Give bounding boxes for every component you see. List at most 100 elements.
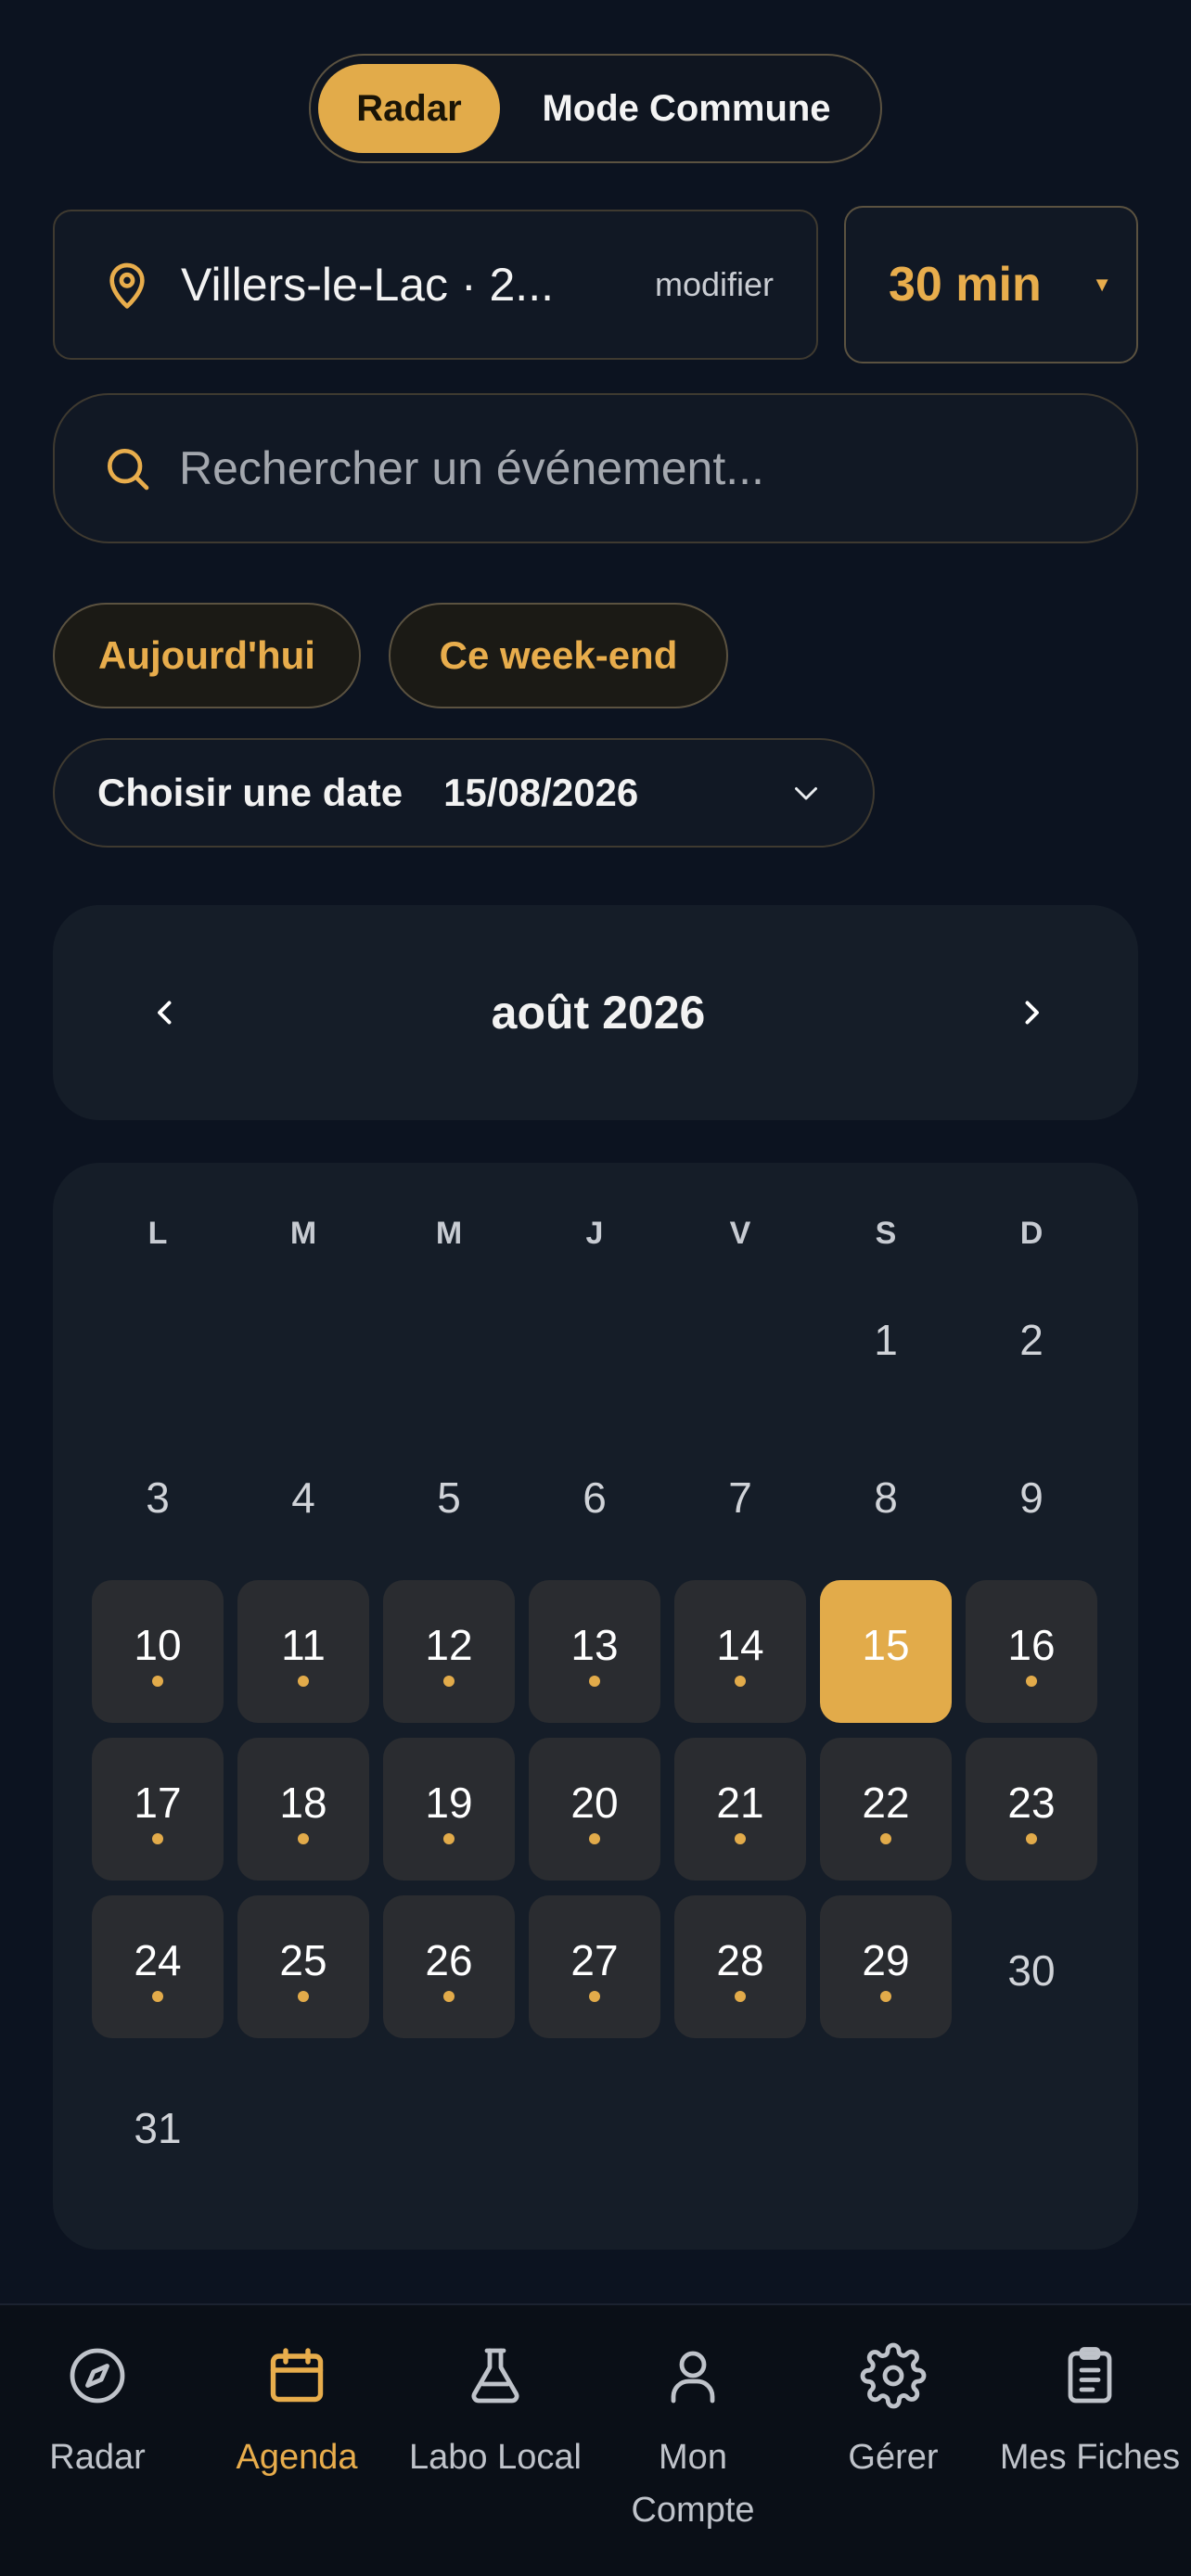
calendar-day[interactable]: 23	[966, 1738, 1097, 1881]
calendar-day[interactable]: 9	[966, 1422, 1097, 1565]
date-picker-value: 15/08/2026	[443, 771, 639, 814]
calendar-day[interactable]: 26	[383, 1895, 515, 2038]
day-number: 10	[134, 1621, 182, 1669]
calendar-day[interactable]: 6	[529, 1422, 660, 1565]
nav-gerer[interactable]: Gérer	[824, 2342, 963, 2484]
previous-month-button[interactable]	[142, 989, 188, 1036]
event-dot-indicator	[589, 1991, 600, 2002]
event-dot-indicator	[298, 1676, 309, 1687]
calendar-day[interactable]: 27	[529, 1895, 660, 2038]
nav-labo-local[interactable]: Labo Local	[403, 2342, 588, 2484]
day-number: 17	[134, 1779, 182, 1827]
calendar-grid: L M M J V S D 1 2 3 4 5 6 7 8 9 10 11 12 13 14 15 16 17 18 19 20 21…	[53, 1163, 1138, 2250]
nav-labo-label: Labo Local	[409, 2438, 582, 2477]
event-dot-indicator	[298, 1991, 309, 2002]
calendar-day[interactable]: 20	[529, 1738, 660, 1881]
filter-today-chip[interactable]: Aujourd'hui	[53, 603, 361, 708]
travel-time-select[interactable]: 30 min ▼	[844, 206, 1138, 363]
calendar-icon	[270, 2348, 324, 2403]
mode-toggle: Radar Mode Commune	[309, 54, 882, 163]
calendar-day[interactable]: 18	[237, 1738, 369, 1881]
event-dot-indicator	[443, 1833, 455, 1844]
calendar-day[interactable]: 13	[529, 1580, 660, 1723]
day-number: 29	[862, 1936, 910, 1984]
day-number: 11	[281, 1621, 326, 1669]
weekday-header: M	[289, 1215, 317, 1251]
nav-mes-fiches[interactable]: Mes Fiches	[992, 2342, 1187, 2484]
day-number: 3	[146, 1473, 170, 1522]
date-picker[interactable]: Choisir une date 15/08/2026	[53, 738, 875, 848]
event-dot-indicator	[589, 1833, 600, 1844]
day-number: 20	[570, 1779, 619, 1827]
calendar-day[interactable]: 4	[237, 1422, 369, 1565]
calendar-day[interactable]: 10	[92, 1580, 224, 1723]
mode-commune-button[interactable]: Mode Commune	[500, 64, 873, 153]
nav-agenda[interactable]: Agenda	[223, 2342, 371, 2484]
agenda-screen: Radar Mode Commune Villers-le-Lac · 2...…	[0, 0, 1191, 2576]
calendar-day[interactable]: 17	[92, 1738, 224, 1881]
day-number: 21	[716, 1779, 764, 1827]
modify-location-link[interactable]: modifier	[655, 265, 774, 304]
calendar-day[interactable]: 25	[237, 1895, 369, 2038]
calendar-day[interactable]: 30	[966, 1895, 1097, 2038]
day-number: 5	[437, 1473, 461, 1522]
day-number: 26	[425, 1936, 473, 1984]
calendar-day[interactable]: 21	[674, 1738, 806, 1881]
day-number: 24	[134, 1936, 182, 1984]
search-input[interactable]	[179, 441, 1090, 495]
nav-fiches-label: Mes Fiches	[999, 2438, 1181, 2477]
day-number: 31	[134, 2104, 182, 2152]
event-dot-indicator	[589, 1676, 600, 1687]
day-number: 7	[728, 1473, 752, 1522]
weekday-header: M	[435, 1215, 463, 1251]
clipboard-icon	[1068, 2347, 1112, 2404]
calendar-day[interactable]: 16	[966, 1580, 1097, 1723]
day-number: 30	[1007, 1946, 1056, 1995]
location-selector[interactable]: Villers-le-Lac · 2... modifier	[53, 210, 818, 360]
day-number: 27	[570, 1936, 619, 1984]
day-number: 4	[291, 1473, 315, 1522]
calendar-day[interactable]: 8	[820, 1422, 952, 1565]
day-number: 2	[1019, 1316, 1044, 1364]
chevron-left-icon	[158, 1001, 172, 1025]
calendar-day[interactable]: 7	[674, 1422, 806, 1565]
day-number: 14	[716, 1621, 764, 1669]
day-number: 23	[1007, 1779, 1056, 1827]
calendar-day[interactable]: 28	[674, 1895, 806, 2038]
event-dot-indicator	[735, 1833, 746, 1844]
calendar-day[interactable]: 12	[383, 1580, 515, 1723]
calendar-day[interactable]: 14	[674, 1580, 806, 1723]
calendar-day[interactable]: 5	[383, 1422, 515, 1565]
day-number: 8	[874, 1473, 898, 1522]
chevron-right-icon	[1025, 1001, 1039, 1025]
calendar-day-selected[interactable]: 15	[820, 1580, 952, 1723]
calendar-day[interactable]: 31	[92, 2053, 224, 2196]
calendar-day[interactable]: 29	[820, 1895, 952, 2038]
day-number: 12	[425, 1621, 473, 1669]
calendar-day[interactable]: 19	[383, 1738, 515, 1881]
next-month-button[interactable]	[1008, 989, 1055, 1036]
weekday-header: J	[585, 1215, 604, 1251]
month-title: août 2026	[491, 987, 706, 1039]
nav-agenda-label: Agenda	[236, 2438, 358, 2477]
calendar-day[interactable]: 24	[92, 1895, 224, 2038]
caret-down-icon: ▼	[1092, 273, 1112, 296]
event-dot-indicator	[443, 1991, 455, 2002]
event-dot-indicator	[298, 1833, 309, 1844]
event-dot-indicator	[735, 1991, 746, 2002]
event-dot-indicator	[152, 1676, 163, 1687]
filter-weekend-chip[interactable]: Ce week-end	[389, 603, 728, 708]
calendar-day[interactable]: 1	[820, 1265, 952, 1408]
weekday-header: V	[729, 1215, 751, 1251]
nav-radar[interactable]: Radar	[28, 2342, 167, 2484]
nav-mon-compte[interactable]: Mon Compte	[590, 2342, 796, 2537]
calendar-day[interactable]: 3	[92, 1422, 224, 1565]
mode-radar-button[interactable]: Radar	[318, 64, 500, 153]
compass-icon	[70, 2348, 125, 2404]
date-picker-label: Choisir une date	[97, 771, 403, 814]
calendar-day[interactable]: 11	[237, 1580, 369, 1723]
calendar-day[interactable]: 2	[966, 1265, 1097, 1408]
calendar-day[interactable]: 22	[820, 1738, 952, 1881]
gear-icon	[860, 2342, 927, 2409]
event-dot-indicator	[152, 1833, 163, 1844]
